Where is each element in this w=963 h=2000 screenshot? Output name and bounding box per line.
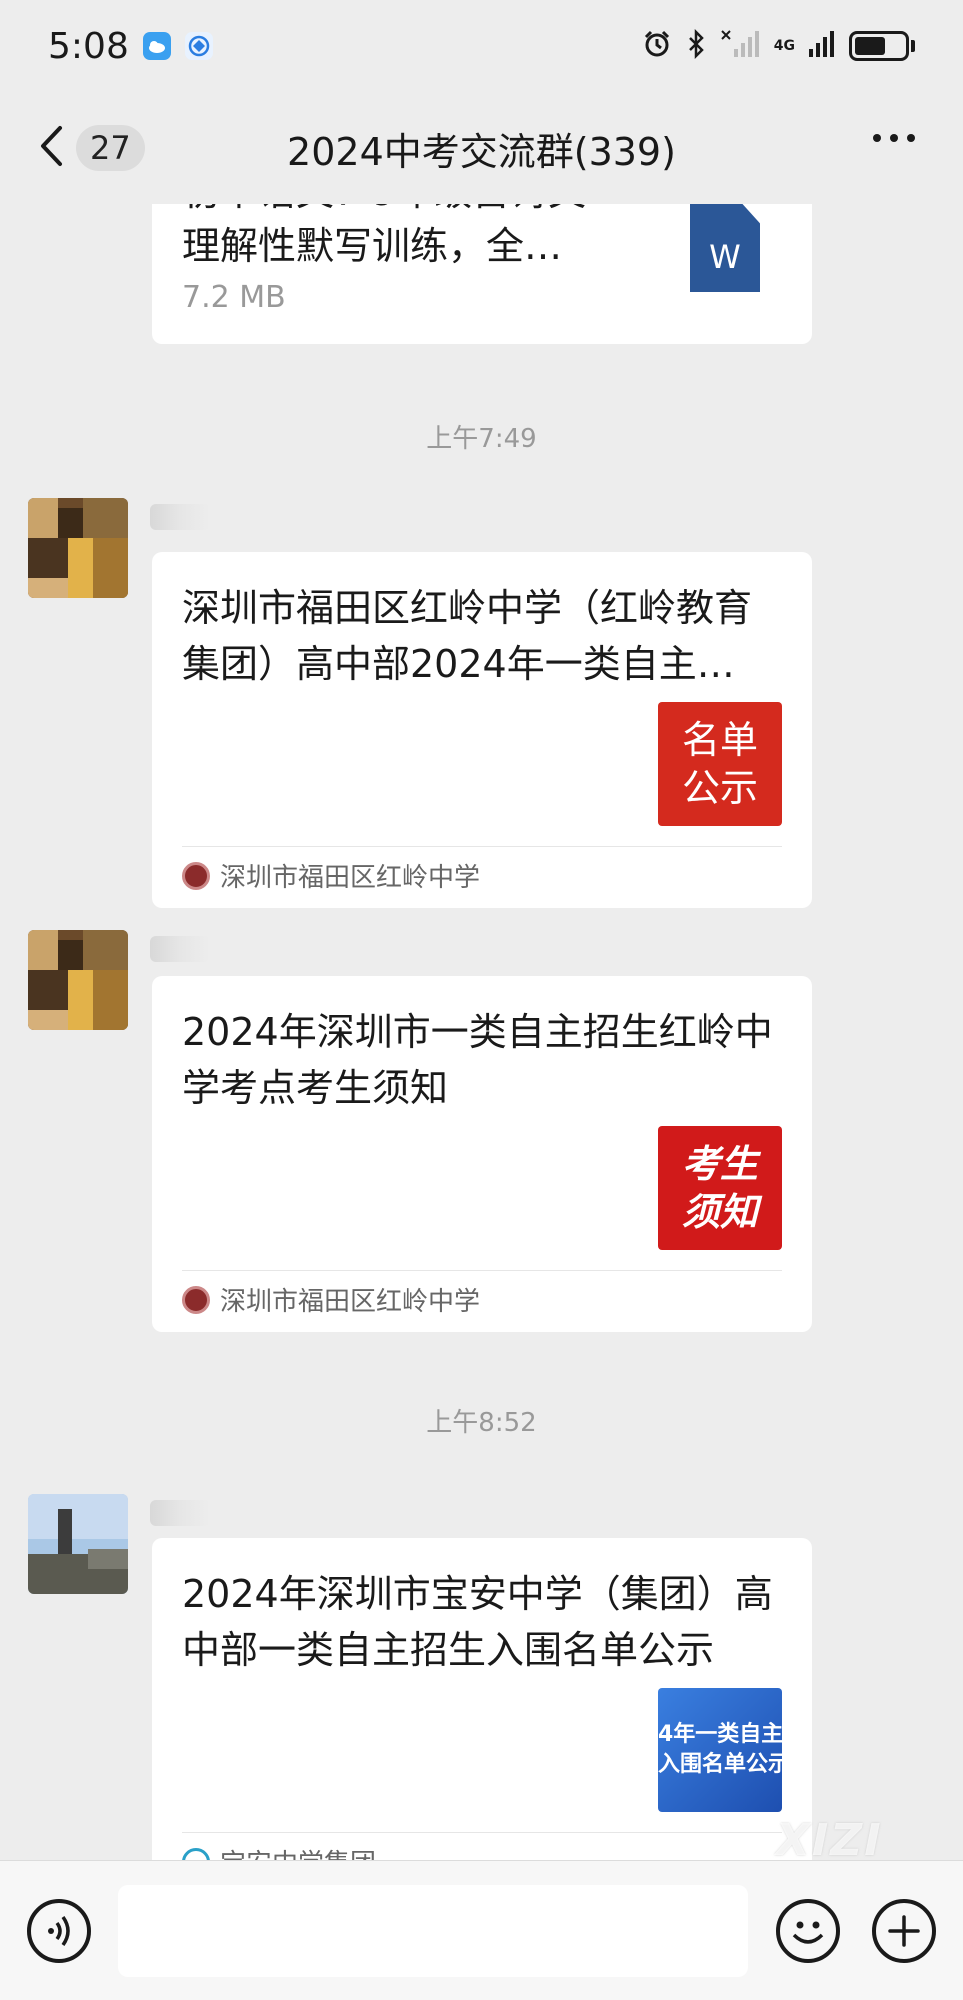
avatar[interactable] bbox=[28, 1494, 128, 1594]
article-source-name: 深圳市福田区红岭中学 bbox=[220, 863, 481, 893]
battery-tip bbox=[911, 40, 915, 52]
signal-icon bbox=[809, 29, 835, 63]
chat-message-list[interactable]: 初中语文7-9年级古诗文 理解性默写训练，全… 7.2 MB W 上午7:49 … bbox=[0, 204, 963, 1860]
thumbnail-text: 入围名单公示 bbox=[658, 1752, 782, 1777]
message-input-bar bbox=[0, 1860, 963, 2000]
file-size: 7.2 MB bbox=[182, 280, 286, 315]
article-message-card[interactable]: 2024年深圳市一类自主招生红岭中学考点考生须知 考生 须知 深圳市福田区红岭中… bbox=[152, 976, 812, 1332]
back-button[interactable]: 27 bbox=[38, 124, 145, 172]
more-dot-icon bbox=[907, 134, 915, 142]
article-title: 2024年深圳市一类自主招生红岭中学考点考生须知 bbox=[182, 1010, 773, 1110]
signal-off-icon bbox=[720, 29, 760, 63]
card-divider bbox=[182, 1832, 782, 1833]
voice-wave-icon bbox=[48, 1915, 70, 1947]
status-time: 5:08 bbox=[48, 25, 129, 67]
more-options-button[interactable] bbox=[873, 134, 915, 142]
word-document-icon: W bbox=[690, 204, 760, 292]
watermark: XIZI bbox=[776, 1815, 883, 1866]
message-text-input[interactable] bbox=[118, 1885, 748, 1977]
school-logo-icon bbox=[182, 861, 210, 890]
article-title: 2024年深圳市宝安中学（集团）高中部一类自主招生入围名单公示 bbox=[182, 1572, 773, 1672]
status-indicators: 4G bbox=[642, 28, 915, 63]
article-source-name: 深圳市福田区红岭中学 bbox=[220, 1287, 481, 1317]
article-source: 宝安中学集团 bbox=[182, 1843, 376, 1860]
article-source-name: 宝安中学集团 bbox=[220, 1843, 376, 1860]
voice-input-button[interactable] bbox=[27, 1899, 91, 1963]
chat-header: 27 2024中考交流群(339) bbox=[0, 92, 963, 204]
more-dot-icon bbox=[873, 134, 881, 142]
sender-name-blurred bbox=[150, 1500, 210, 1526]
thumbnail-text: 4年一类自主 bbox=[658, 1722, 782, 1747]
emoji-button[interactable] bbox=[776, 1899, 840, 1963]
plus-icon bbox=[888, 1915, 920, 1947]
article-message-card[interactable]: 深圳市福田区红岭中学（红岭教育集团）高中部2024年一类自主… 名单 公示 深圳… bbox=[152, 552, 812, 908]
alarm-icon bbox=[642, 29, 672, 63]
avatar[interactable] bbox=[28, 498, 128, 598]
article-source: 深圳市福田区红岭中学 bbox=[182, 1281, 480, 1318]
sender-name-blurred bbox=[150, 936, 210, 962]
article-thumbnail: 名单 公示 bbox=[658, 702, 782, 826]
article-source: 深圳市福田区红岭中学 bbox=[182, 857, 480, 894]
school-logo-icon bbox=[182, 1285, 210, 1314]
more-dot-icon bbox=[890, 134, 898, 142]
more-actions-button[interactable] bbox=[872, 1899, 936, 1963]
card-divider bbox=[182, 1270, 782, 1271]
thumbnail-text: 名单 bbox=[681, 718, 758, 762]
thumbnail-text: 考生 bbox=[681, 1142, 758, 1186]
message-timestamp: 上午8:52 bbox=[426, 1408, 537, 1438]
file-message-card[interactable]: 初中语文7-9年级古诗文 理解性默写训练，全… 7.2 MB W bbox=[152, 204, 812, 344]
browser-app-icon bbox=[184, 32, 213, 60]
avatar[interactable] bbox=[28, 930, 128, 1030]
thumbnail-text: 须知 bbox=[681, 1190, 758, 1234]
chevron-left-icon bbox=[38, 124, 64, 172]
battery-icon bbox=[849, 31, 909, 61]
weather-app-icon bbox=[142, 32, 171, 60]
word-icon-letter: W bbox=[709, 238, 741, 276]
article-message-card[interactable]: 2024年深圳市宝安中学（集团）高中部一类自主招生入围名单公示 4年一类自主 入… bbox=[152, 1538, 812, 1860]
school-logo-icon bbox=[182, 1847, 210, 1860]
card-divider bbox=[182, 846, 782, 847]
article-thumbnail: 4年一类自主 入围名单公示 bbox=[658, 1688, 782, 1812]
article-thumbnail: 考生 须知 bbox=[658, 1126, 782, 1250]
article-title: 深圳市福田区红岭中学（红岭教育集团）高中部2024年一类自主… bbox=[182, 586, 753, 686]
message-timestamp: 上午7:49 bbox=[426, 424, 537, 454]
thumbnail-text: 公示 bbox=[681, 766, 758, 810]
unread-count-badge: 27 bbox=[76, 125, 145, 171]
status-bar: 5:08 4G bbox=[0, 0, 963, 92]
network-type: 4G bbox=[773, 38, 795, 54]
smiley-icon bbox=[792, 1921, 824, 1944]
file-title: 理解性默写训练，全… bbox=[182, 224, 563, 268]
bluetooth-icon bbox=[686, 28, 706, 63]
sender-name-blurred bbox=[150, 504, 210, 530]
